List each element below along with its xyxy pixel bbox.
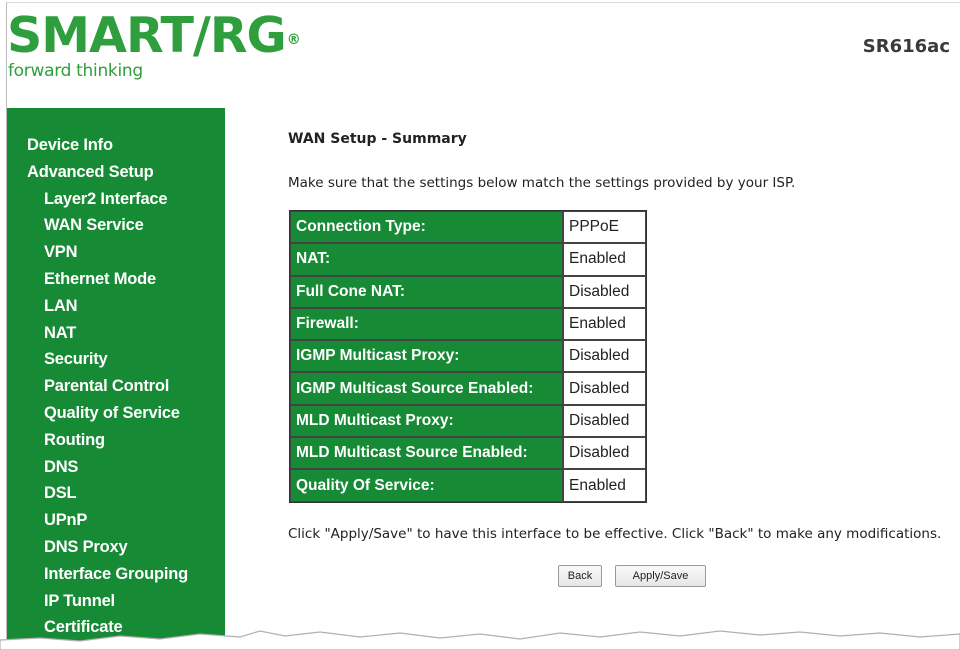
setting-value: Disabled <box>563 340 646 373</box>
sidebar-item-ip-tunnel[interactable]: IP Tunnel <box>7 588 225 615</box>
sidebar-item-upnp[interactable]: UPnP <box>7 507 225 534</box>
sidebar-item-dns-proxy[interactable]: DNS Proxy <box>7 534 225 561</box>
sidebar-item-nat[interactable]: NAT <box>7 320 225 347</box>
logo-tagline: forward thinking <box>8 61 143 81</box>
sidebar-item-vpn[interactable]: VPN <box>7 239 225 266</box>
apply-save-button[interactable]: Apply/Save <box>615 565 706 587</box>
setting-label: Full Cone NAT: <box>290 275 563 308</box>
setting-label: Firewall: <box>290 307 563 341</box>
sidebar-item-routing[interactable]: Routing <box>7 427 225 454</box>
sidebar-item-wan-service[interactable]: WAN Service <box>7 212 225 239</box>
sidebar-item-ethernet-mode[interactable]: Ethernet Mode <box>7 266 225 293</box>
table-row: Full Cone NAT: Disabled <box>290 275 646 308</box>
table-row: MLD Multicast Source Enabled: Disabled <box>290 437 646 470</box>
logo-wordmark: SMART/RG <box>7 7 287 64</box>
wan-summary-table: Connection Type: PPPoE NAT: Enabled Full Con… <box>289 210 647 503</box>
table-row: IGMP Multicast Proxy: Disabled <box>290 340 646 373</box>
setting-label: Connection Type: <box>290 211 563 244</box>
setting-value: Disabled <box>563 372 646 405</box>
table-row: Quality Of Service: Enabled <box>290 469 646 502</box>
main-content: WAN Setup - Summary Make sure that the s… <box>288 3 958 650</box>
setting-value: PPPoE <box>563 211 646 244</box>
sidebar-item-interface-grouping[interactable]: Interface Grouping <box>7 561 225 588</box>
setting-label: MLD Multicast Source Enabled: <box>290 437 563 470</box>
sidebar-item-advanced-setup[interactable]: Advanced Setup <box>7 159 225 186</box>
setting-value: Enabled <box>563 307 646 341</box>
router-admin-page: SMART/RG® forward thinking SR616ac Devic… <box>6 2 960 650</box>
sidebar-item-lan[interactable]: LAN <box>7 293 225 320</box>
sidebar-item-parental-control[interactable]: Parental Control <box>7 373 225 400</box>
table-row: IGMP Multicast Source Enabled: Disabled <box>290 372 646 405</box>
setting-label: IGMP Multicast Proxy: <box>290 340 563 373</box>
sidebar-item-security[interactable]: Security <box>7 346 225 373</box>
table-row: MLD Multicast Proxy: Disabled <box>290 404 646 438</box>
table-row: Connection Type: PPPoE <box>290 211 646 244</box>
sidebar-item-dsl[interactable]: DSL <box>7 480 225 507</box>
sidebar-item-device-info[interactable]: Device Info <box>7 132 225 159</box>
setting-value: Enabled <box>563 243 646 276</box>
setting-label: Quality Of Service: <box>290 469 563 502</box>
setting-label: NAT: <box>290 243 563 276</box>
setting-value: Disabled <box>563 275 646 308</box>
setting-value: Disabled <box>563 437 646 470</box>
setting-label: MLD Multicast Proxy: <box>290 404 563 438</box>
setting-value: Enabled <box>563 469 646 502</box>
intro-text: Make sure that the settings below match … <box>288 175 796 191</box>
page-title: WAN Setup - Summary <box>288 131 467 147</box>
sidebar-item-dns[interactable]: DNS <box>7 454 225 481</box>
instructions-text: Click "Apply/Save" to have this interfac… <box>288 526 942 542</box>
smartrg-logo: SMART/RG® forward thinking <box>7 11 301 91</box>
sidebar-item-quality-of-service[interactable]: Quality of Service <box>7 400 225 427</box>
table-row: NAT: Enabled <box>290 243 646 276</box>
setting-value: Disabled <box>563 404 646 438</box>
table-row: Firewall: Enabled <box>290 307 646 341</box>
sidebar-nav: Device Info Advanced Setup Layer2 Interfac… <box>7 108 225 650</box>
setting-label: IGMP Multicast Source Enabled: <box>290 372 563 405</box>
back-button[interactable]: Back <box>558 565 602 587</box>
sidebar-item-layer2-interface[interactable]: Layer2 Interface <box>7 186 225 213</box>
torn-edge-decoration <box>0 630 960 650</box>
